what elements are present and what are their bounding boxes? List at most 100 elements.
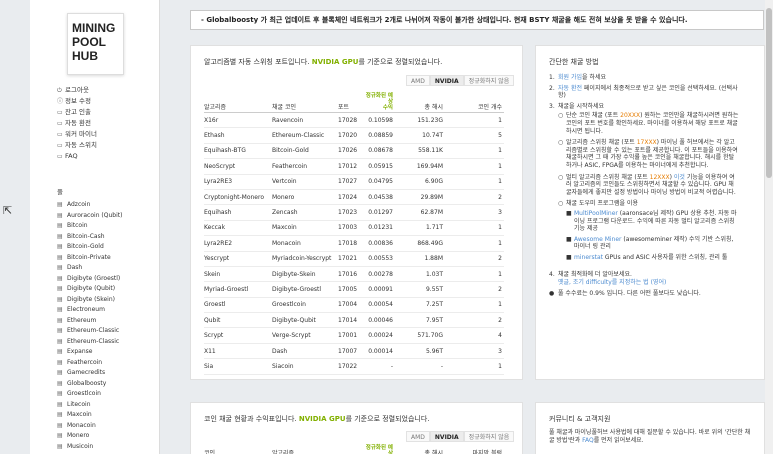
table-row[interactable]: Equihash Zencash 17023 0.01297 62.87M 3 xyxy=(204,204,504,221)
table-row[interactable]: Lyra2RE3 Vertcoin 17027 0.04795 6.90G 1 xyxy=(204,174,504,190)
coin-list-item[interactable]: ▤ Ethereum-Classic xyxy=(57,326,122,337)
table-row[interactable]: NeoScrypt Feathercoin 17012 0.05915 169.94M 1 xyxy=(204,158,504,175)
cell-count: 1 xyxy=(443,174,504,190)
community-text-main: 풀 채굴과 마이닝풀허브 사용법에 대해 질문할 수 있습니다. 바로 위의 '… xyxy=(549,429,751,444)
col-algo[interactable]: 알고리즘 xyxy=(204,93,272,113)
table-row[interactable]: Equihash-BTG Bitcoin-Gold 17026 0.08678 558.… xyxy=(204,143,504,160)
col-coin-name[interactable]: 코인 xyxy=(204,445,272,454)
signup-link[interactable]: 회원 가입 xyxy=(558,74,582,81)
table-row[interactable]: X11 Dash 17007 0.00014 5.96T 3 xyxy=(204,343,504,360)
coin-list-item[interactable]: ▤ Bitcoin xyxy=(57,221,122,232)
menu-item[interactable]: ▭ 자동 스위치 xyxy=(57,140,97,151)
coin-list-item[interactable]: ▤ Groestlcoin xyxy=(57,389,122,400)
tool-minerstat: ■ minerstat GPUs and ASIC 사용자를 위한 스위칭, 관리… xyxy=(566,253,728,261)
step-3-text: 채굴을 시작하세요 xyxy=(558,102,605,110)
step-4-text: 채굴 최적화에 더 알아보세요. xyxy=(558,271,632,279)
coin-list-item[interactable]: ▤ Bitcoin-Private xyxy=(57,253,122,264)
coin-list-item[interactable]: ▤ Monero xyxy=(57,431,122,442)
coin-list-item[interactable]: ▤ Adzcoin xyxy=(57,200,122,211)
table-row[interactable]: Myriad-Groestl Digibyte-Groestl 17005 0.000… xyxy=(204,281,504,298)
mode-multi-link[interactable]: 이것 xyxy=(674,174,685,181)
coin-bars-icon: ▤ xyxy=(57,232,63,240)
cell-count: 1 xyxy=(443,158,504,175)
coin-list-item[interactable]: ▤ Monacoin xyxy=(57,421,122,432)
awesome-miner-link[interactable]: Awesome Miner xyxy=(574,236,622,243)
coin-list-item[interactable]: ▤ Maxcoin xyxy=(57,410,122,421)
table-row[interactable]: Groestl Groestlcoin 17004 0.00054 7.25T 1 xyxy=(204,297,504,314)
minerstat-link[interactable]: minerstat xyxy=(574,254,603,261)
coin-name: Digibyte (Qubit) xyxy=(67,285,116,292)
col-count[interactable]: 코인 개수 xyxy=(443,93,504,113)
coin-list-item[interactable]: ▤ Globalboosty xyxy=(57,379,122,390)
nvidia-button[interactable]: NVIDIA xyxy=(429,75,464,86)
coin-table: 코인 알고리즘 정규화된 예상 총 해시 마지막 블럭 xyxy=(204,445,504,454)
cell-count: 1 xyxy=(443,358,504,375)
col-coin-profit[interactable]: 정규화된 예상 xyxy=(362,445,397,454)
coin-bars-icon: ▤ xyxy=(57,358,63,366)
step-1: 1. 회원 가입을 하세요 xyxy=(549,74,606,81)
col-coin-block[interactable]: 마지막 블럭 xyxy=(443,445,504,454)
coin-list-item[interactable]: ▤ Electroneum xyxy=(57,305,122,316)
table-row[interactable]: Yescrypt Myriadcoin-Yescrypt 17021 0.00553 1… xyxy=(204,251,504,267)
col-port[interactable]: 포트 xyxy=(338,93,362,113)
coin-bars-icon: ▤ xyxy=(57,222,63,229)
coin-list-item[interactable]: ▤ Digibyte (Qubit) xyxy=(57,284,122,295)
col-profit[interactable]: 정규화된 예상 수익 xyxy=(362,93,397,113)
coin-amd-button[interactable]: AMD xyxy=(406,431,430,442)
menu-item[interactable]: ▭ 자동 환전 xyxy=(57,118,97,129)
coin-list-item[interactable]: ▤ Ethereum-Classic xyxy=(57,337,122,348)
coin-name: Bitcoin-Gold xyxy=(67,243,104,250)
cell-port: 17020 xyxy=(338,127,362,144)
table-row[interactable]: X16r Ravencoin 17028 0.10598 151.23G 1 xyxy=(204,112,504,129)
page-scrollbar[interactable] xyxy=(765,0,773,454)
scrollbar-thumb[interactable] xyxy=(766,8,772,178)
coin-bars-icon: ▤ xyxy=(57,295,63,303)
algo-table-header: 알고리즘 채굴 코인 포트 정규화된 예상 수익 총 해시 코인 개수 xyxy=(204,93,504,113)
menu-item[interactable]: ▭ 잔고 인출 xyxy=(57,107,97,118)
col-hashrate[interactable]: 총 해시 xyxy=(397,93,443,113)
table-row[interactable]: Skein Digibyte-Skein 17016 0.00278 1.03T 1 xyxy=(204,266,504,283)
coin-list-item[interactable]: ▤ Ethereum xyxy=(57,316,122,327)
coin-nvidia-button[interactable]: NVIDIA xyxy=(429,431,464,442)
cell-algo: Myriad-Groestl xyxy=(204,281,272,298)
faq-link[interactable]: FAQ xyxy=(582,437,594,444)
coin-list-item[interactable]: ▤ Expanse xyxy=(57,347,122,358)
cell-count: 1 xyxy=(443,220,504,237)
multipoolminer-link[interactable]: MultiPoolMiner xyxy=(574,210,618,217)
coin-no-normalize-button[interactable]: 정규화하지 않음 xyxy=(463,431,515,442)
col-coin[interactable]: 채굴 코인 xyxy=(272,93,338,113)
auto-exchange-link[interactable]: 자동 환전 xyxy=(558,85,582,92)
coin-list-item[interactable]: ▤ Litecoin xyxy=(57,400,122,411)
table-row[interactable]: Sia Siacoin 17022- -1 xyxy=(204,358,504,375)
coin-list-item[interactable]: ▤ Musicoin xyxy=(57,442,122,453)
coin-list-item[interactable]: ▤ Digibyte (Groestl) xyxy=(57,274,122,285)
table-row[interactable]: Lyra2RE2 Monacoin 17018 0.00836 868.49G 1 xyxy=(204,235,504,252)
coin-list-item[interactable]: ▤ Auroracoin (Qubit) xyxy=(57,211,122,222)
coin-name: Litecoin xyxy=(67,400,91,408)
menu-item[interactable]: ⓘ 정보 수정 xyxy=(57,96,97,107)
cell-hashrate: 169.94M xyxy=(397,158,443,175)
table-row[interactable]: Keccak Maxcoin 17003 0.01231 1.71T 1 xyxy=(204,220,504,237)
coin-list-item[interactable]: ▤ Bitcoin-Cash xyxy=(57,232,122,243)
menu-item[interactable]: ▭ FAQ xyxy=(57,151,97,162)
col-coin-hashrate[interactable]: 총 해시 xyxy=(397,445,443,454)
coin-list-item[interactable]: ▤ Bitcoin-Gold xyxy=(57,242,122,253)
no-normalize-button[interactable]: 정규화하지 않음 xyxy=(463,75,515,86)
col-coin-algo[interactable]: 알고리즘 xyxy=(272,445,338,454)
coin-list-item[interactable]: ▤ Feathercoin xyxy=(57,358,122,369)
cell-algo: Cryptonight-Monero xyxy=(204,189,272,206)
coin-list-item[interactable]: ▤ Digibyte (Skein) xyxy=(57,295,122,306)
difficulty-link[interactable]: 옛글, 조기 difficulty를 지정하는 법 (영어) xyxy=(558,279,666,286)
table-row[interactable]: Qubit Digibyte-Qubit 17014 0.00046 7.95T 2 xyxy=(204,312,504,329)
algo-gpu-toggle: AMD NVIDIA 정규화하지 않음 xyxy=(406,75,515,86)
cell-profit: 0.00836 xyxy=(362,235,397,252)
coin-list-item[interactable]: ▤ Dash xyxy=(57,263,122,274)
table-row[interactable]: Cryptonight-Monero Monero 17024 0.04538 29.8… xyxy=(204,189,504,206)
coin-list-item[interactable]: ▤ Gamecredits xyxy=(57,368,122,379)
table-row[interactable]: Ethash Ethereum-Classic 17020 0.08859 10.74T… xyxy=(204,127,504,144)
menu-item[interactable]: ⏻ 로그아웃 xyxy=(57,85,97,96)
amd-button[interactable]: AMD xyxy=(406,75,430,86)
menu-item[interactable]: ▭ 워커 마이너 xyxy=(57,129,97,140)
brand-logo[interactable]: MINING POOL HUB xyxy=(67,13,124,75)
table-row[interactable]: Scrypt Verge-Scrypt 17001 0.00024 571.70G 4 xyxy=(204,327,504,344)
